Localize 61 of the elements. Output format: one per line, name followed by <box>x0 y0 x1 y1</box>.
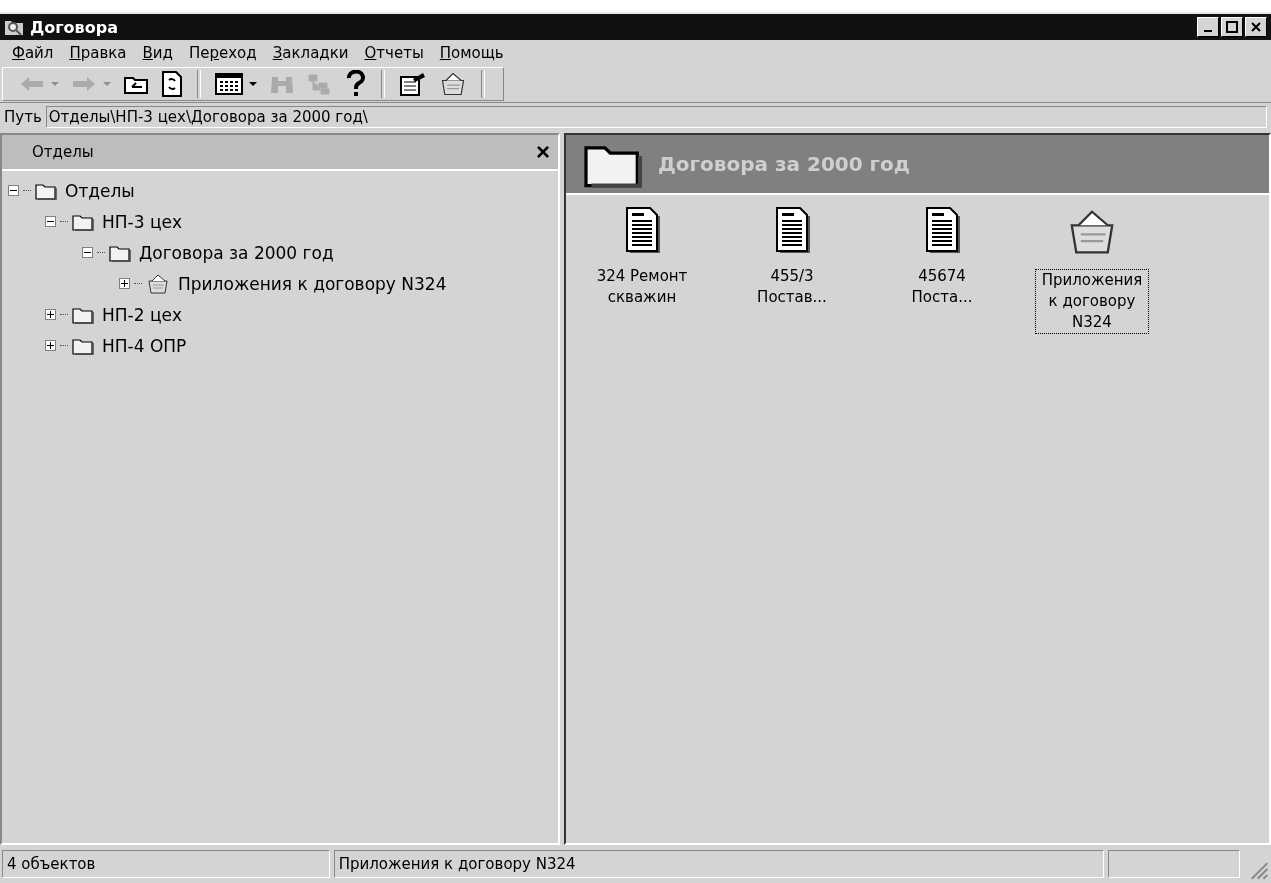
close-button[interactable]: × <box>536 140 550 164</box>
menu-item[interactable]: Помощь <box>433 44 510 62</box>
properties-icon <box>399 71 427 97</box>
pane-title: Отделы <box>32 143 94 161</box>
view-button[interactable] <box>213 71 259 97</box>
file-label[interactable]: 324 Ремонт скважин <box>585 265 699 309</box>
forward-arrow-icon <box>71 74 97 94</box>
collapse-toggle[interactable] <box>8 185 19 196</box>
path-field[interactable]: Отделы\НП-3 цех\Договора за 2000 год\ <box>45 106 1267 128</box>
search-folder-icon <box>4 18 24 36</box>
tree-item[interactable]: Договора за 2000 год <box>137 242 336 263</box>
file-label[interactable]: 455/3 Постав... <box>735 265 849 309</box>
status-panel: Приложения к договору N324 <box>333 850 1104 878</box>
expand-toggle[interactable] <box>45 309 56 320</box>
plus-icon <box>47 311 54 318</box>
menu-item[interactable]: Файл <box>6 44 60 62</box>
document-icon <box>624 207 660 253</box>
help-icon <box>345 70 367 98</box>
expand-toggle[interactable] <box>45 340 56 351</box>
refresh-button[interactable] <box>159 69 185 99</box>
tree-view-icon <box>307 73 333 95</box>
path-label: Путь <box>4 108 42 126</box>
maximize-icon <box>1226 21 1238 33</box>
file-label[interactable]: Приложения к договору N324 <box>1035 269 1149 334</box>
collapse-toggle[interactable] <box>45 216 56 227</box>
menu-item[interactable]: Правка <box>63 44 133 62</box>
tree-item[interactable]: Приложения к договору N324 <box>176 273 449 294</box>
tree-item[interactable]: НП-4 ОПР <box>100 335 189 356</box>
minus-icon <box>47 218 54 225</box>
minus-icon <box>10 187 17 194</box>
refresh-page-icon <box>161 71 183 97</box>
caret-icon <box>103 82 111 86</box>
menu-item[interactable]: Вид <box>136 44 179 62</box>
document-icon <box>924 207 960 253</box>
collapse-toggle[interactable] <box>82 247 93 258</box>
folder-title: Договора за 2000 год <box>658 152 910 176</box>
caret-icon <box>51 82 59 86</box>
minimize-icon <box>1204 30 1212 32</box>
minus-icon <box>84 249 91 256</box>
minimize-button[interactable] <box>1197 17 1219 37</box>
caret-icon <box>249 82 257 86</box>
grid-view-icon <box>215 73 243 95</box>
close-button[interactable] <box>1245 17 1267 37</box>
file-label[interactable]: 45674 Поста... <box>885 265 999 309</box>
tree-item[interactable]: Отделы <box>63 180 137 201</box>
menu-item[interactable]: Отчеты <box>358 44 430 62</box>
document-icon <box>774 207 810 253</box>
window-title: Договора <box>30 17 119 37</box>
tree-item[interactable]: НП-3 цех <box>100 211 184 232</box>
maximize-button[interactable] <box>1221 17 1243 37</box>
expand-toggle[interactable] <box>119 278 130 289</box>
close-icon <box>1250 21 1262 33</box>
basket-icon <box>439 71 467 97</box>
back-arrow-icon <box>19 74 45 94</box>
tree-item[interactable]: НП-2 цех <box>100 304 184 325</box>
basket-folder-icon <box>146 272 170 295</box>
menu-item[interactable]: Переход <box>182 44 263 62</box>
menu-item[interactable]: Закладки <box>266 44 355 62</box>
plus-icon <box>47 342 54 349</box>
plus-icon <box>121 280 128 287</box>
status-panel: 4 объектов <box>2 850 330 878</box>
